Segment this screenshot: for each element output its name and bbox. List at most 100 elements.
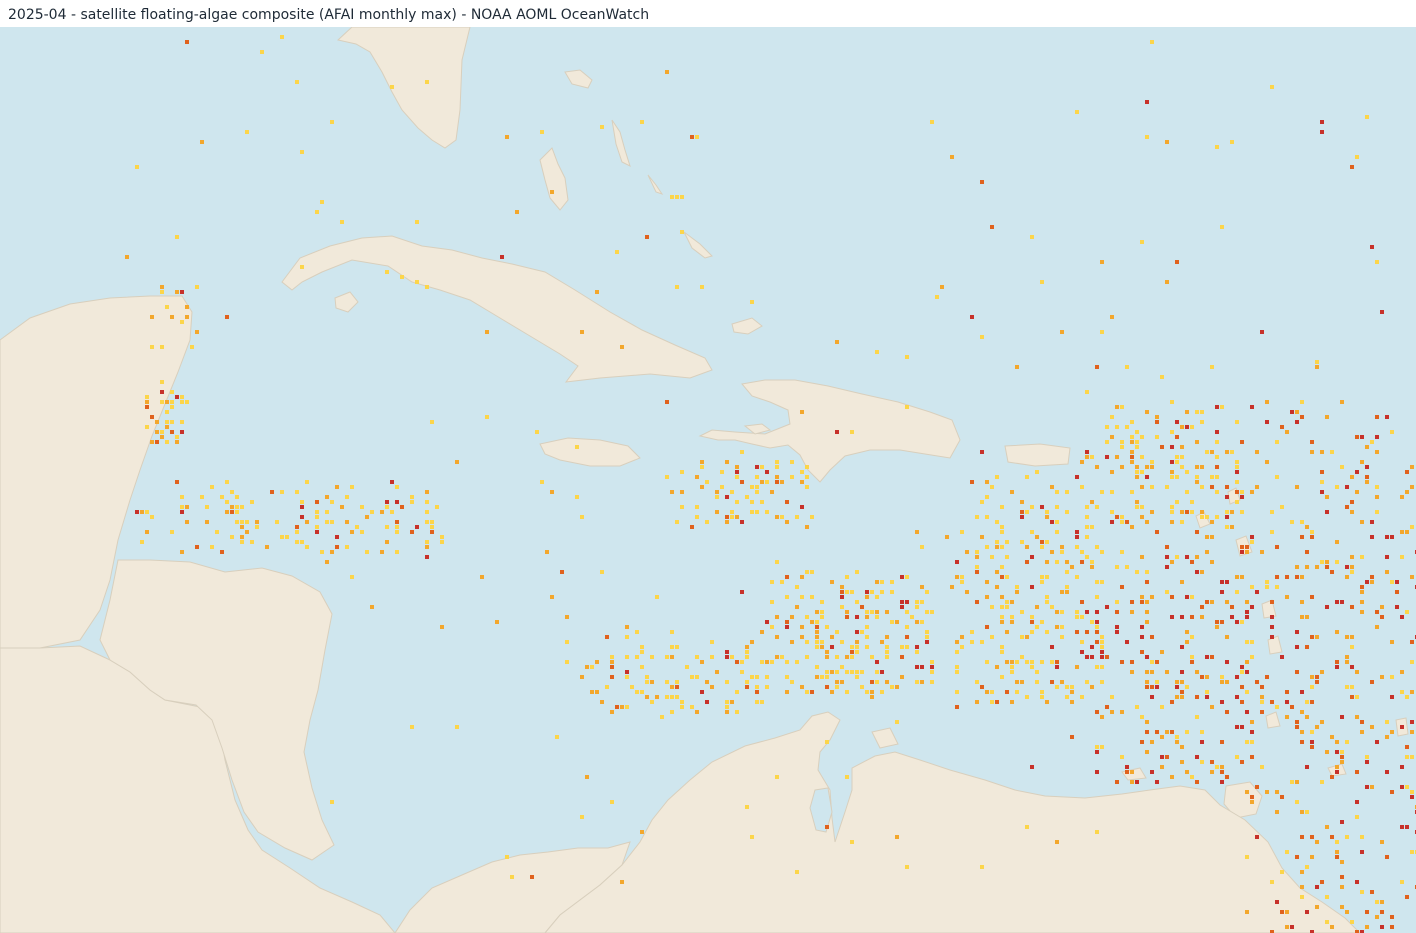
algae-bin	[1140, 240, 1144, 244]
algae-bin	[600, 700, 604, 704]
algae-bin	[1355, 490, 1359, 494]
algae-bin	[810, 620, 814, 624]
algae-bin	[1150, 465, 1154, 469]
algae-bin	[915, 680, 919, 684]
algae-bin	[1345, 485, 1349, 489]
algae-bin	[1095, 505, 1099, 509]
algae-bin	[1280, 795, 1284, 799]
algae-bin	[170, 400, 174, 404]
algae-bin	[675, 285, 679, 289]
algae-bin	[1155, 420, 1159, 424]
algae-bin	[935, 295, 939, 299]
algae-bin	[1190, 560, 1194, 564]
algae-bin	[315, 530, 319, 534]
algae-bin	[365, 515, 369, 519]
algae-bin	[1190, 655, 1194, 659]
algae-bin	[280, 490, 284, 494]
algae-bin	[640, 645, 644, 649]
algae-bin	[1355, 800, 1359, 804]
algae-bin	[300, 265, 304, 269]
algae-bin	[735, 710, 739, 714]
algae-bin	[680, 505, 684, 509]
algae-bin	[1275, 475, 1279, 479]
algae-bin	[1000, 525, 1004, 529]
algae-bin	[180, 290, 184, 294]
algae-bin	[810, 690, 814, 694]
algae-bin	[355, 525, 359, 529]
algae-bin	[915, 530, 919, 534]
algae-bin	[1205, 690, 1209, 694]
algae-bin	[1090, 525, 1094, 529]
algae-bin	[1010, 615, 1014, 619]
algae-bin	[1340, 860, 1344, 864]
algae-bin	[1060, 590, 1064, 594]
algae-bin	[1050, 550, 1054, 554]
algae-bin	[500, 255, 504, 259]
algae-bin	[1375, 625, 1379, 629]
algae-bin	[775, 465, 779, 469]
algae-bin	[1170, 430, 1174, 434]
algae-bin	[1055, 520, 1059, 524]
algae-bin	[225, 480, 229, 484]
algae-bin	[1080, 550, 1084, 554]
algae-bin	[1375, 495, 1379, 499]
algae-bin	[785, 625, 789, 629]
algae-bin	[880, 580, 884, 584]
algae-bin	[1040, 545, 1044, 549]
algae-bin	[775, 615, 779, 619]
algae-bin	[740, 520, 744, 524]
algae-bin	[885, 635, 889, 639]
algae-bin	[1185, 510, 1189, 514]
algae-bin	[790, 615, 794, 619]
algae-bin	[250, 500, 254, 504]
algae-bin	[610, 655, 614, 659]
algae-bin	[1000, 605, 1004, 609]
algae-bin	[1060, 680, 1064, 684]
algae-bin	[955, 575, 959, 579]
algae-bin	[1020, 680, 1024, 684]
algae-bin	[1200, 570, 1204, 574]
algae-bin	[865, 645, 869, 649]
algae-bin	[730, 515, 734, 519]
algae-bin	[1090, 455, 1094, 459]
algae-bin	[145, 530, 149, 534]
algae-bin	[1145, 610, 1149, 614]
algae-bin	[735, 515, 739, 519]
map-panel[interactable]	[0, 27, 1416, 933]
algae-bin	[1150, 685, 1154, 689]
algae-bin	[1215, 145, 1219, 149]
algae-bin	[1240, 510, 1244, 514]
algae-bin	[825, 625, 829, 629]
algae-bin	[1345, 740, 1349, 744]
algae-bin	[1375, 915, 1379, 919]
isle-of-youth	[334, 291, 359, 313]
algae-bin	[985, 515, 989, 519]
algae-bin	[440, 540, 444, 544]
algae-bin	[760, 700, 764, 704]
algae-bin	[1405, 695, 1409, 699]
algae-bin	[905, 355, 909, 359]
algae-bin	[1340, 885, 1344, 889]
algae-bin	[715, 495, 719, 499]
algae-bin	[1010, 490, 1014, 494]
algae-bin	[1205, 515, 1209, 519]
algae-bin	[1330, 570, 1334, 574]
algae-bin	[1180, 445, 1184, 449]
algae-bin	[1215, 440, 1219, 444]
algae-bin	[725, 515, 729, 519]
algae-bin	[1045, 510, 1049, 514]
algae-bin	[1245, 690, 1249, 694]
algae-bin	[1120, 515, 1124, 519]
algae-bin	[810, 595, 814, 599]
algae-bin	[700, 485, 704, 489]
algae-bin	[205, 520, 209, 524]
algae-bin	[1140, 635, 1144, 639]
algae-bin	[1180, 760, 1184, 764]
algae-bin	[1180, 425, 1184, 429]
algae-bin	[990, 485, 994, 489]
algae-bin	[1245, 610, 1249, 614]
algae-bin	[780, 580, 784, 584]
algae-bin	[695, 515, 699, 519]
algae-bin	[1025, 560, 1029, 564]
algae-bin	[890, 685, 894, 689]
